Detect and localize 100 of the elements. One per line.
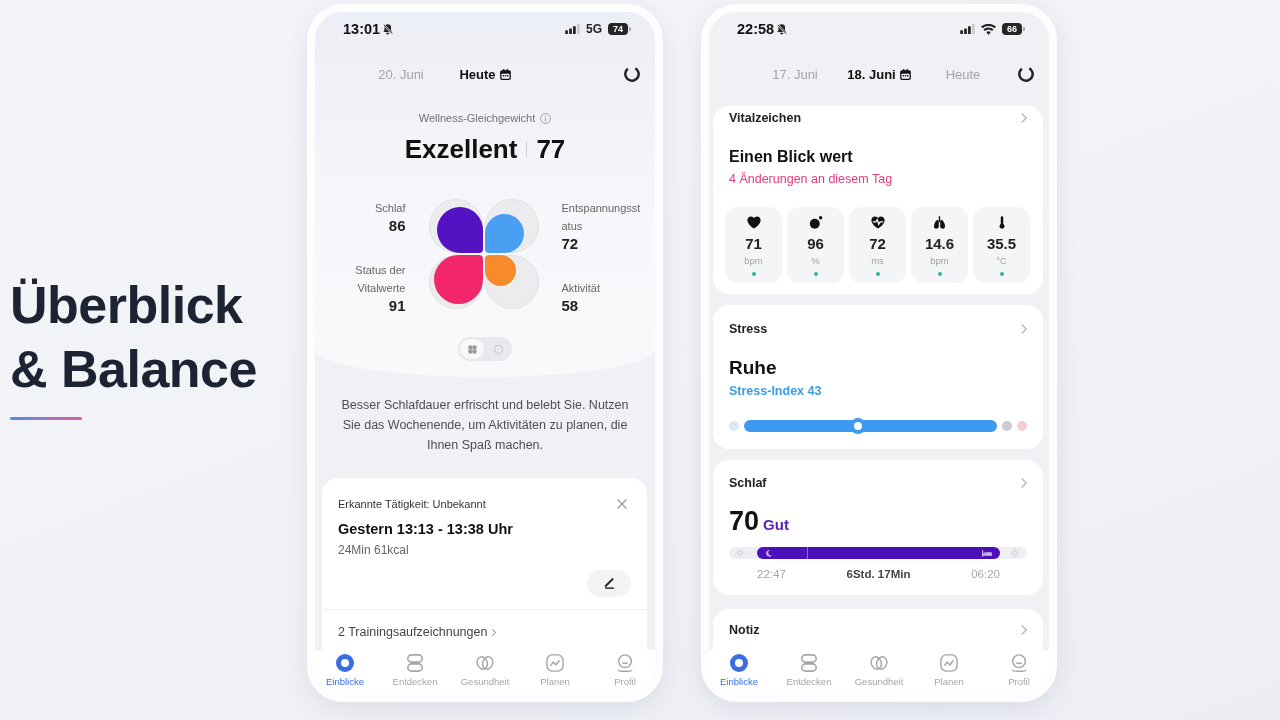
scale-dot-icon [1017, 421, 1027, 431]
vital-value: 35.5 [986, 235, 1017, 253]
activity-details: 24Min 61kcal [338, 542, 410, 558]
section-title: Wellness-Gleichgewicht [418, 111, 536, 126]
accent-underline [10, 417, 82, 420]
metric-label: Entspannungsstatus [561, 201, 642, 234]
status-time: 13:01 [343, 21, 381, 37]
card-title: Schlaf [729, 475, 767, 492]
vital-value: 72 [869, 235, 886, 253]
spinner-icon [1018, 66, 1034, 82]
chart-icon [940, 654, 958, 672]
edit-button[interactable] [587, 570, 631, 597]
chevron-right-icon[interactable] [1021, 113, 1027, 123]
sleep-rating: Gut [763, 516, 789, 533]
circle-icon [493, 344, 503, 354]
thermometer-icon [998, 216, 1005, 229]
battery-indicator: 74 [608, 23, 631, 35]
sleep-end-time: 06:20 [970, 567, 1000, 582]
nav-tab[interactable]: Profil [590, 654, 655, 694]
network-label: 5G [586, 22, 602, 36]
summary-subtitle: 4 Änderungen an diesem Tag [728, 171, 894, 188]
stress-state: Ruhe [728, 356, 778, 380]
advice-text: Besser Schlafdauer erfrischt und belebt Sie. Nutzen Sie das Wochenende, um Aktivitäten zu planen, die Ihnen Spaß machen. [340, 397, 630, 454]
bed-icon [982, 549, 992, 557]
nav-tab[interactable]: Gesundheit [844, 654, 914, 694]
sleep-score: 70 [729, 506, 760, 536]
sun-icon [1010, 548, 1020, 558]
metric-value: 72 [561, 235, 579, 253]
workouts-link[interactable]: 2 Trainingsaufzeichnungen [338, 610, 497, 650]
card-title: Notiz [729, 622, 760, 639]
card-title: Vitalzeichen [729, 110, 802, 127]
stack-icon [406, 654, 424, 672]
date-tab[interactable]: 18. Juni [847, 64, 911, 84]
nav-tab[interactable]: Entdecken [380, 654, 450, 694]
ring-icon [336, 654, 354, 672]
nav-tab[interactable]: Gesundheit [450, 654, 520, 694]
vital-tile[interactable]: 71 bpm [725, 207, 782, 283]
moon-icon [765, 549, 772, 557]
profile-icon [616, 654, 634, 672]
scale-dot-icon [729, 421, 739, 431]
calendar-icon [499, 68, 511, 80]
view-option[interactable] [460, 339, 484, 359]
pen-icon [603, 578, 615, 589]
lungs-icon [933, 216, 946, 229]
chart-icon [546, 654, 564, 672]
stack-icon [800, 654, 818, 672]
vital-tile[interactable]: 35.5 °C [973, 207, 1030, 283]
nav-tab[interactable]: Entdecken [774, 654, 844, 694]
vital-unit: ms [871, 255, 884, 267]
bubble-icon [808, 216, 823, 229]
close-button[interactable] [617, 499, 627, 509]
vital-unit: °C [996, 255, 1007, 267]
date-tab[interactable]: Heute [945, 64, 981, 84]
headline: Überblick & Balance [10, 275, 258, 400]
metric-label: Schlaf [374, 201, 406, 216]
vital-unit: bpm [930, 255, 949, 267]
info-icon[interactable] [540, 112, 552, 124]
card-title: Stress [729, 321, 768, 338]
stress-index: Stress-Index 43 [728, 383, 823, 400]
vital-tile[interactable]: 96 % [787, 207, 844, 283]
signal-icon [565, 24, 580, 34]
vital-tile[interactable]: 14.6 bpm [911, 207, 968, 283]
vital-value: 71 [745, 235, 762, 253]
battery-indicator: 66 [1002, 23, 1025, 35]
vital-value: 96 [807, 235, 824, 253]
nav-tab[interactable]: Einblicke [315, 654, 380, 694]
rating-text: Exzellent [404, 133, 518, 165]
date-tab[interactable]: 17. Juni [772, 64, 818, 84]
vital-unit: % [811, 255, 820, 267]
status-time: 22:58 [737, 21, 775, 37]
overlapping-rings-icon [476, 654, 494, 672]
nav-tab[interactable]: Einblicke [709, 654, 774, 694]
profile-icon [1010, 654, 1028, 672]
nav-tab[interactable]: Planen [520, 654, 590, 694]
signal-icon [960, 24, 975, 34]
metric-value: 86 [388, 217, 406, 235]
vital-unit: bpm [744, 255, 763, 267]
sleep-duration: 6Std. 17Min [846, 567, 911, 582]
chevron-right-icon[interactable] [1021, 324, 1027, 334]
scale-dot-icon [1002, 421, 1012, 431]
metric-value: 58 [561, 297, 579, 315]
date-tab[interactable]: Heute [459, 64, 511, 84]
vital-tile[interactable]: 72 ms [849, 207, 906, 283]
nav-tab[interactable]: Profil [984, 654, 1049, 694]
card-heading: Erkannte Tätigkeit: Unbekannt [338, 497, 486, 512]
metric-value: 91 [388, 297, 406, 315]
calendar-icon [899, 68, 911, 80]
metric-label: Aktivität [561, 281, 600, 296]
heart-pulse-icon [870, 216, 885, 229]
vital-value: 14.6 [924, 235, 955, 253]
chevron-right-icon[interactable] [1021, 478, 1027, 488]
metric-label: Status der Vitalwerte [354, 263, 406, 296]
nav-tab[interactable]: Planen [914, 654, 984, 694]
chevron-right-icon [492, 628, 497, 636]
overlapping-rings-icon [870, 654, 888, 672]
score-value: 77 [536, 133, 566, 165]
date-tab[interactable]: 20. Juni [378, 64, 424, 84]
chevron-right-icon[interactable] [1021, 625, 1027, 635]
activity-time: Gestern 13:13 - 13:38 Uhr [338, 520, 514, 539]
spinner-icon [624, 66, 640, 82]
